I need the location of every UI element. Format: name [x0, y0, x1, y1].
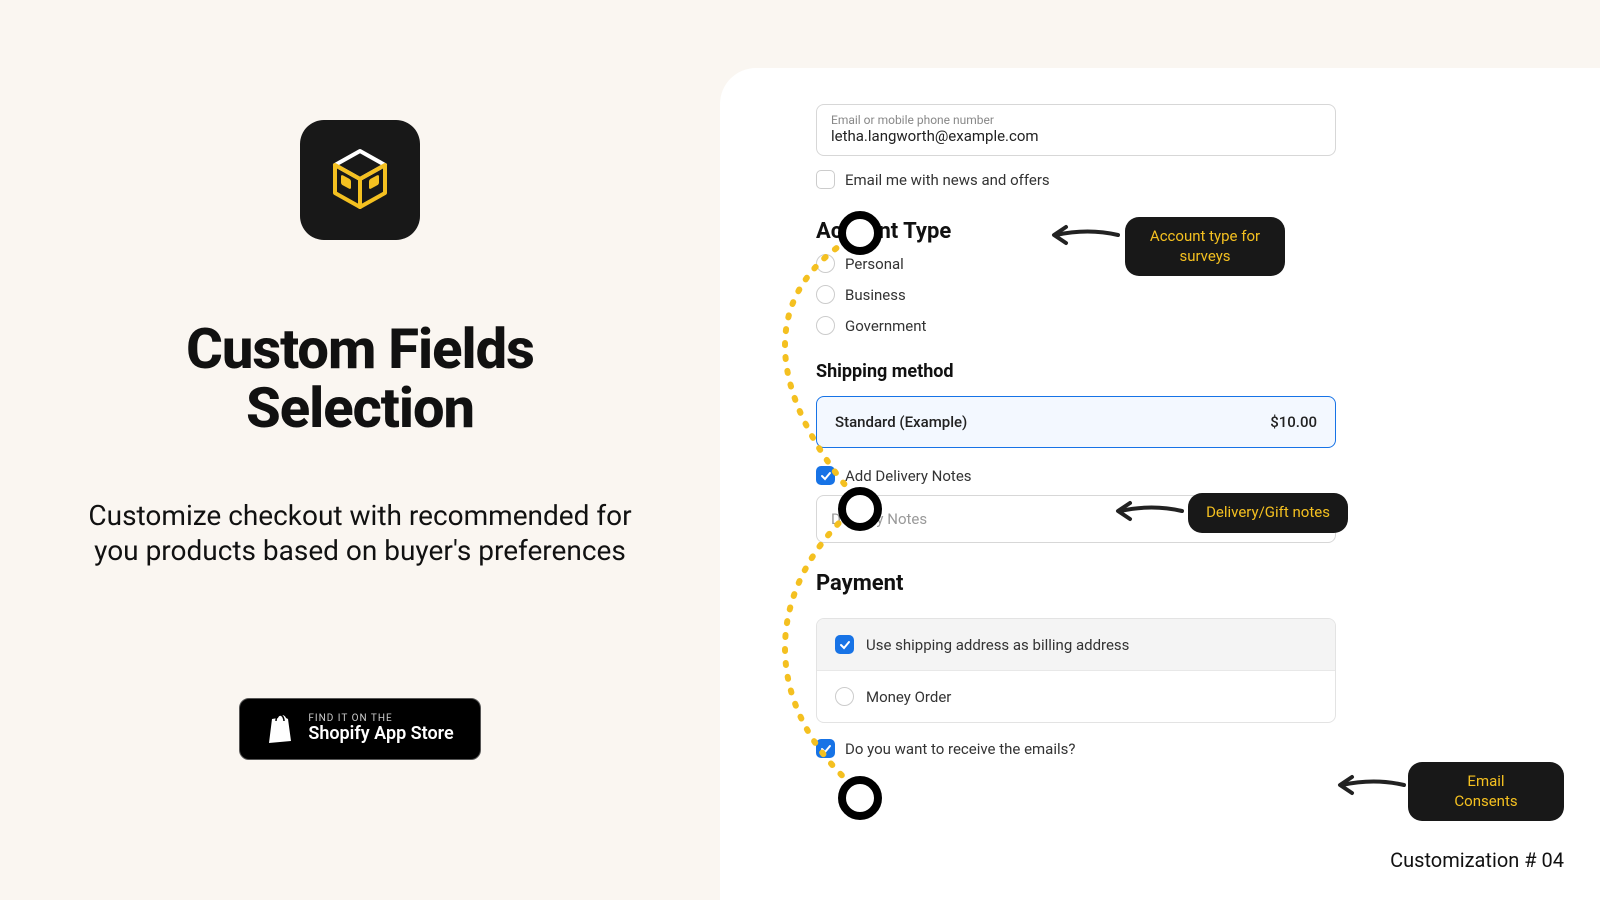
checkbox-unchecked-icon: [816, 170, 835, 189]
callout-anchor-icon: [838, 211, 882, 255]
emails-optin-row[interactable]: Do you want to receive the emails?: [816, 739, 1504, 758]
email-field[interactable]: Email or mobile phone number letha.langw…: [816, 104, 1336, 156]
radio-label: Government: [845, 317, 926, 335]
arrow-icon: [1112, 498, 1184, 524]
emails-optin-label: Do you want to receive the emails?: [845, 740, 1075, 758]
billing-same-row[interactable]: Use shipping address as billing address: [817, 619, 1335, 670]
add-notes-label: Add Delivery Notes: [845, 467, 972, 485]
badge-big: Shopify App Store: [308, 724, 453, 744]
page-title: Custom FieldsSelection: [186, 320, 534, 438]
arrow-icon: [1334, 772, 1406, 798]
shipping-heading: Shipping method: [816, 361, 1504, 382]
checkbox-checked-icon: [816, 466, 835, 485]
money-order-row[interactable]: Money Order: [817, 670, 1335, 722]
radio-icon: [816, 285, 835, 304]
radio-icon: [835, 687, 854, 706]
shipping-option[interactable]: Standard (Example) $10.00: [816, 396, 1336, 448]
shopify-app-store-badge[interactable]: FIND IT ON THE Shopify App Store: [239, 698, 480, 760]
radio-government[interactable]: Government: [816, 316, 1504, 335]
checkbox-checked-icon: [816, 739, 835, 758]
page-description: Customize checkout with recommended for …: [70, 498, 650, 568]
callout-anchor-icon: [838, 487, 882, 531]
news-optin-label: Email me with news and offers: [845, 171, 1050, 189]
email-label: Email or mobile phone number: [831, 113, 1321, 127]
radio-label: Personal: [845, 255, 904, 273]
shipping-price: $10.00: [1270, 413, 1317, 431]
email-value: letha.langworth@example.com: [831, 127, 1321, 145]
radio-business[interactable]: Business: [816, 285, 1504, 304]
callout-anchor-icon: [838, 776, 882, 820]
footer-tag: Customization # 04: [1390, 848, 1564, 872]
shopify-bag-icon: [266, 713, 294, 745]
radio-icon: [816, 254, 835, 273]
news-optin-row[interactable]: Email me with news and offers: [816, 170, 1504, 189]
arrow-icon: [1048, 222, 1120, 248]
callout-account-type: Account type for surveys: [1125, 217, 1285, 276]
app-logo: [300, 120, 420, 240]
payment-heading: Payment: [816, 571, 1504, 596]
shipping-name: Standard (Example): [835, 413, 967, 431]
callout-delivery-notes: Delivery/Gift notes: [1188, 493, 1348, 533]
cube-icon: [325, 145, 395, 215]
money-order-label: Money Order: [866, 688, 951, 706]
billing-same-label: Use shipping address as billing address: [866, 636, 1129, 654]
radio-label: Business: [845, 286, 906, 304]
radio-icon: [816, 316, 835, 335]
checkbox-checked-icon: [835, 635, 854, 654]
callout-email-consents: EmailConsents: [1408, 762, 1564, 821]
add-notes-row[interactable]: Add Delivery Notes: [816, 466, 1504, 485]
